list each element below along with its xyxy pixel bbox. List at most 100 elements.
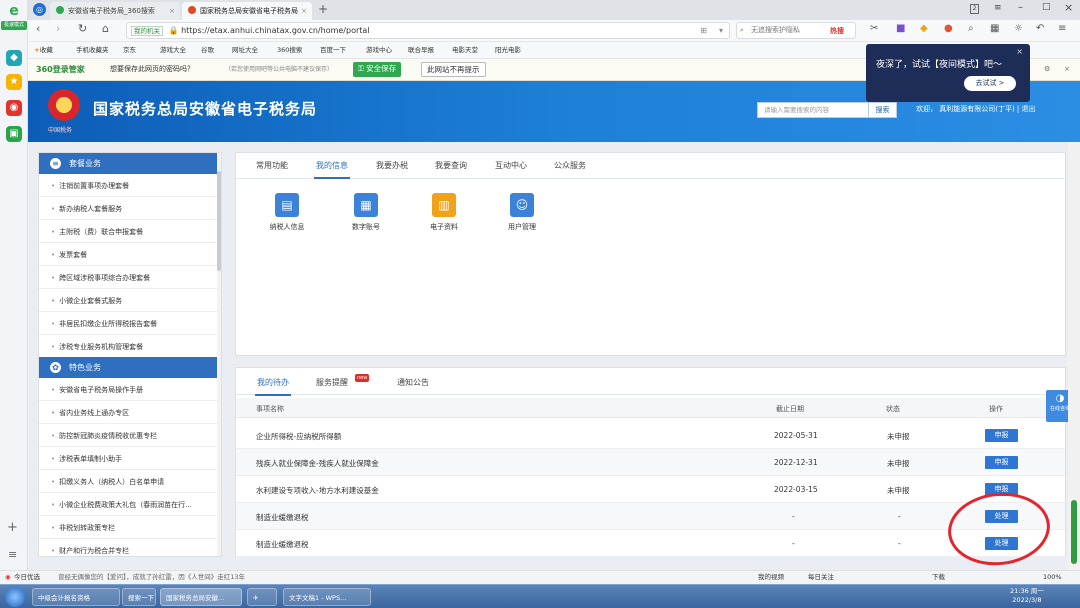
find-icon[interactable]: ⌕: [968, 23, 974, 34]
wallet-icon[interactable]: ▣: [6, 126, 22, 142]
nav-item[interactable]: 非居民扣缴企业所得税报告套餐: [39, 313, 219, 335]
nav-item[interactable]: 防控新冠肺炎疫情税收优惠专栏: [39, 425, 219, 447]
tab-public-service[interactable]: 公众服务: [554, 160, 586, 171]
start-button[interactable]: [5, 587, 25, 607]
taskbar-item[interactable]: 文字文稿1 - WPS...: [283, 588, 371, 606]
nav-item[interactable]: 扣缴义务人（纳税人）白名单申请: [39, 471, 219, 493]
bookmark-item[interactable]: 游戏中心: [366, 42, 392, 58]
brightness-icon[interactable]: ☼: [1014, 23, 1023, 34]
app-user-management[interactable]: ☺ 用户管理: [487, 193, 557, 232]
today-picks[interactable]: 今日优选: [14, 571, 40, 584]
never-save-button[interactable]: 此网站不再提示: [421, 62, 486, 77]
nav-item[interactable]: 财产和行为税合并专栏: [39, 540, 219, 556]
bookmark-item[interactable]: 游戏大全: [160, 42, 186, 58]
bookmark-item[interactable]: 京东: [123, 42, 136, 58]
sidebar-scroll-thumb[interactable]: [217, 171, 221, 271]
bookmark-item[interactable]: 联合早报: [408, 42, 434, 58]
bookmark-item[interactable]: 网址大全: [232, 42, 258, 58]
bookmark-item[interactable]: 电影天堂: [452, 42, 478, 58]
nav-item[interactable]: 涉税专业服务机构管理套餐: [39, 336, 219, 358]
app-digital-account[interactable]: ▦ 数字账号: [331, 193, 401, 232]
tab-count-icon[interactable]: 2: [970, 4, 979, 14]
taskbar-item[interactable]: 中级会计报名资格: [32, 588, 120, 606]
bookmark-item[interactable]: 谷歌: [201, 42, 214, 58]
tab-360-search[interactable]: 安徽省电子税务局_360搜索 ×: [50, 2, 180, 20]
qr-icon[interactable]: ⊞: [700, 23, 707, 38]
section-package-business[interactable]: ≡ 套餐业务: [39, 153, 221, 174]
taskbar-item[interactable]: 搜索一下: [122, 588, 156, 606]
tab-common[interactable]: 常用功能: [256, 160, 288, 171]
welcome-user[interactable]: 欢迎， 真利能源有限公司(丁平) | 退出: [916, 104, 1036, 114]
site-search-button[interactable]: 搜索: [869, 102, 897, 118]
bookmark-item[interactable]: 百度一下: [320, 42, 346, 58]
downloads[interactable]: 下载: [932, 571, 945, 584]
url-bar[interactable]: 我的机关 🔒 https://etax.anhui.chinatax.gov.c…: [126, 22, 730, 39]
page-scroll-thumb[interactable]: [1071, 500, 1077, 564]
speed-mode-badge[interactable]: 极速模式: [1, 21, 27, 30]
close-icon[interactable]: ×: [1064, 59, 1070, 80]
hot-search-label[interactable]: 热搜: [830, 26, 844, 36]
app-e-documents[interactable]: ▥ 电子资料: [409, 193, 479, 232]
tab-my-info[interactable]: 我的信息: [314, 160, 350, 179]
app-taxpayer-info[interactable]: ▤ 纳税人信息: [252, 193, 322, 232]
menu-icon[interactable]: ≡: [1058, 23, 1066, 34]
tab-etax[interactable]: 国家税务总局安徽省电子税务局 ×: [182, 2, 312, 20]
maximize-button[interactable]: □: [1042, 2, 1051, 12]
menu-icon[interactable]: ≡: [8, 548, 17, 561]
star-icon[interactable]: ★: [6, 74, 22, 90]
tab-interaction[interactable]: 互动中心: [495, 160, 527, 171]
extension-icon[interactable]: ■: [896, 23, 905, 34]
close-window-button[interactable]: ×: [1064, 1, 1073, 14]
tab-query[interactable]: 我要查询: [435, 160, 467, 171]
sidebar-app-icon[interactable]: ◆: [6, 50, 22, 66]
nav-item[interactable]: 注销前置事项办理套餐: [39, 175, 219, 197]
tab-file-tax[interactable]: 我要办税: [376, 160, 408, 171]
declare-button[interactable]: 申报: [985, 456, 1018, 469]
tab-my-todo[interactable]: 我的待办: [255, 377, 291, 396]
close-tab-icon[interactable]: ×: [169, 2, 175, 20]
browser-logo-icon[interactable]: e: [4, 3, 24, 19]
nav-item[interactable]: 非税划转政策专栏: [39, 517, 219, 539]
shield-icon[interactable]: ◆: [920, 23, 928, 34]
forward-icon[interactable]: ›: [56, 22, 60, 35]
sidebar-scrollbar[interactable]: [217, 153, 221, 556]
nav-item[interactable]: 小微企业税费政策大礼包（春雨润苗在行...: [39, 494, 219, 516]
dropdown-icon[interactable]: ▾: [719, 23, 723, 38]
tab-notices[interactable]: 通知公告: [397, 377, 429, 388]
weibo-icon[interactable]: ◉: [6, 100, 22, 116]
my-video[interactable]: 我的视频: [758, 571, 784, 584]
nav-item[interactable]: 小微企业套餐式服务: [39, 290, 219, 312]
taskbar-bird-icon[interactable]: ✈: [247, 588, 277, 606]
tab-service-reminder[interactable]: 服务提醒: [316, 377, 348, 388]
nav-item[interactable]: 主附税（费）联合申报套餐: [39, 221, 219, 243]
try-night-mode-button[interactable]: 去试试 >: [964, 76, 1016, 91]
bookmark-item[interactable]: 收藏: [40, 46, 53, 54]
save-password-button[interactable]: ⚿ 安全保存: [353, 62, 402, 77]
section-special-business[interactable]: ✿ 特色业务: [39, 357, 221, 378]
nav-item[interactable]: 跨区域涉税事项综合办理套餐: [39, 267, 219, 289]
nav-item[interactable]: 省内业务线上通办专区: [39, 402, 219, 424]
daily-focus[interactable]: 每日关注: [808, 571, 834, 584]
scissors-icon[interactable]: ✂: [870, 23, 878, 34]
compass-icon[interactable]: ◎: [33, 3, 46, 16]
home-icon[interactable]: ⌂: [102, 22, 109, 35]
grid-icon[interactable]: ▦: [990, 23, 999, 34]
bookmark-item[interactable]: 360搜索: [277, 42, 302, 58]
add-icon[interactable]: +: [7, 520, 18, 535]
reload-icon[interactable]: ↻: [78, 22, 87, 35]
minimize-button[interactable]: –: [1018, 2, 1023, 13]
undo-icon[interactable]: ↶: [1036, 23, 1044, 34]
nav-item[interactable]: 涉税表单填制小助手: [39, 448, 219, 470]
game-icon[interactable]: ●: [944, 23, 953, 34]
system-clock[interactable]: 21:36 周一 2022/3/8: [1010, 587, 1044, 605]
zoom-level[interactable]: 100%: [1043, 571, 1062, 584]
declare-button[interactable]: 申报: [985, 429, 1018, 442]
menu-icon[interactable]: ≡: [994, 3, 1002, 13]
new-tab-button[interactable]: +: [318, 2, 328, 16]
back-icon[interactable]: ‹: [36, 22, 40, 35]
close-tab-icon[interactable]: ×: [301, 2, 307, 20]
news-ticker[interactable]: 曾经无偶像您的【爱问】，成就了孙红雷，因《人世间》走红13年: [58, 571, 245, 584]
close-icon[interactable]: ×: [1016, 47, 1023, 56]
nav-item[interactable]: 新办纳税人套餐服务: [39, 198, 219, 220]
settings-icon[interactable]: ⚙: [1044, 59, 1050, 80]
